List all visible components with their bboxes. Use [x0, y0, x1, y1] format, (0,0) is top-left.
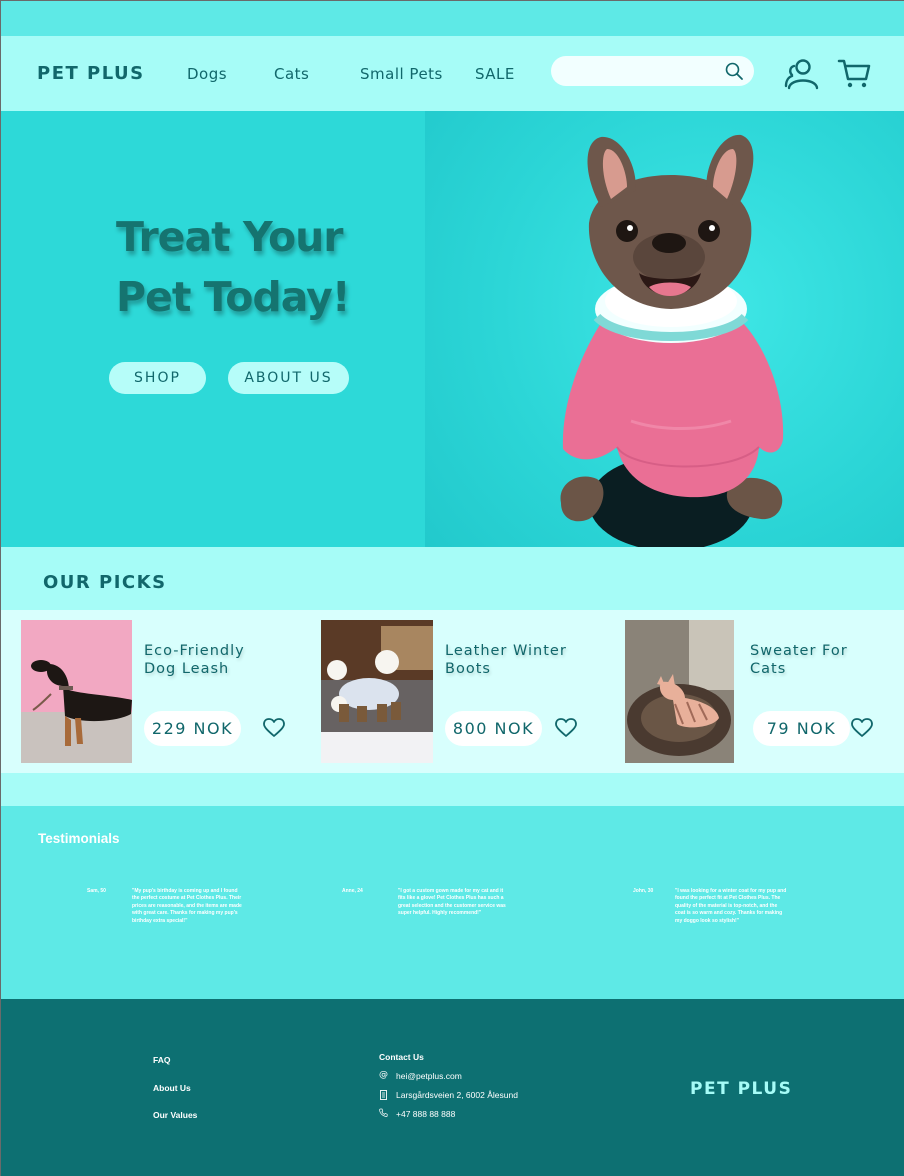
nav-link-small-pets[interactable]: Small Pets: [360, 65, 443, 83]
user-icon[interactable]: [783, 58, 821, 90]
testimonial-author: John, 30: [633, 888, 654, 894]
footer-logo[interactable]: PET PLUS: [690, 1079, 792, 1099]
phone-icon: [379, 1108, 388, 1117]
at-icon: @: [379, 1070, 388, 1080]
cart-icon[interactable]: [837, 58, 871, 90]
testimonials-section: Testimonials Sam, 50 "My pup's birthday …: [1, 806, 904, 999]
footer-link-faq[interactable]: FAQ: [153, 1055, 170, 1065]
nav-link-sale[interactable]: SALE: [475, 65, 515, 83]
testimonial-text: "My pup's birthday is coming up and I fo…: [132, 888, 242, 924]
brand-logo[interactable]: PET PLUS: [37, 63, 145, 84]
search-icon[interactable]: [724, 61, 744, 81]
contact-email[interactable]: hei@petplus.com: [396, 1071, 462, 1081]
heart-icon[interactable]: [263, 718, 285, 738]
search-bar: [551, 56, 754, 86]
picks-title: OUR PICKS: [43, 572, 167, 593]
testimonial-author: Anne, 24: [342, 888, 363, 894]
contact-title: Contact Us: [379, 1052, 424, 1062]
product-price: 79 NOK: [753, 711, 850, 746]
hero-title: Treat Your Pet Today!: [116, 213, 351, 321]
product-name[interactable]: Eco-Friendly Dog Leash: [144, 642, 245, 678]
footer-link-our-values[interactable]: Our Values: [153, 1110, 197, 1120]
about-us-button[interactable]: ABOUT US: [228, 362, 349, 394]
testimonial-text: "I was looking for a winter coat for my …: [675, 888, 787, 924]
nav-link-dogs[interactable]: Dogs: [187, 65, 227, 83]
picks-header: OUR PICKS: [1, 547, 904, 610]
product-name[interactable]: Leather Winter Boots: [445, 642, 567, 678]
nav-link-cats[interactable]: Cats: [274, 65, 309, 83]
testimonials-title: Testimonials: [38, 831, 120, 846]
contact-phone[interactable]: +47 888 88 888: [396, 1109, 455, 1119]
hero-section: Treat Your Pet Today! SHOP ABOUT US: [1, 111, 904, 547]
testimonial-author: Sam, 50: [87, 888, 106, 894]
product-image-dog-leash[interactable]: [21, 620, 132, 763]
contact-address: Larsgårdsveien 2, 6002 Ålesund: [396, 1090, 518, 1100]
hero-dog-image: [560, 134, 784, 547]
top-strip: [1, 1, 904, 36]
footer: FAQ About Us Our Values Contact Us @ hei…: [1, 999, 904, 1176]
testimonial-text: "I got a custom gown made for my cat and…: [398, 888, 506, 917]
picks-bottom-strip: [1, 773, 904, 806]
heart-icon[interactable]: [851, 718, 873, 738]
picks-row: Eco-Friendly Dog Leash 229 NOK Leather W…: [1, 610, 904, 773]
building-icon: [380, 1090, 387, 1100]
navbar: PET PLUS Dogs Cats Small Pets SALE: [1, 36, 904, 111]
product-name[interactable]: Sweater For Cats: [750, 642, 848, 678]
product-price: 229 NOK: [144, 711, 241, 746]
footer-link-about-us[interactable]: About Us: [153, 1083, 191, 1093]
shop-button[interactable]: SHOP: [109, 362, 206, 394]
product-price: 800 NOK: [445, 711, 542, 746]
search-input[interactable]: [565, 56, 725, 86]
product-image-cat-sweater[interactable]: [625, 620, 734, 763]
heart-icon[interactable]: [555, 718, 577, 738]
product-image-winter-boots[interactable]: [321, 620, 433, 763]
